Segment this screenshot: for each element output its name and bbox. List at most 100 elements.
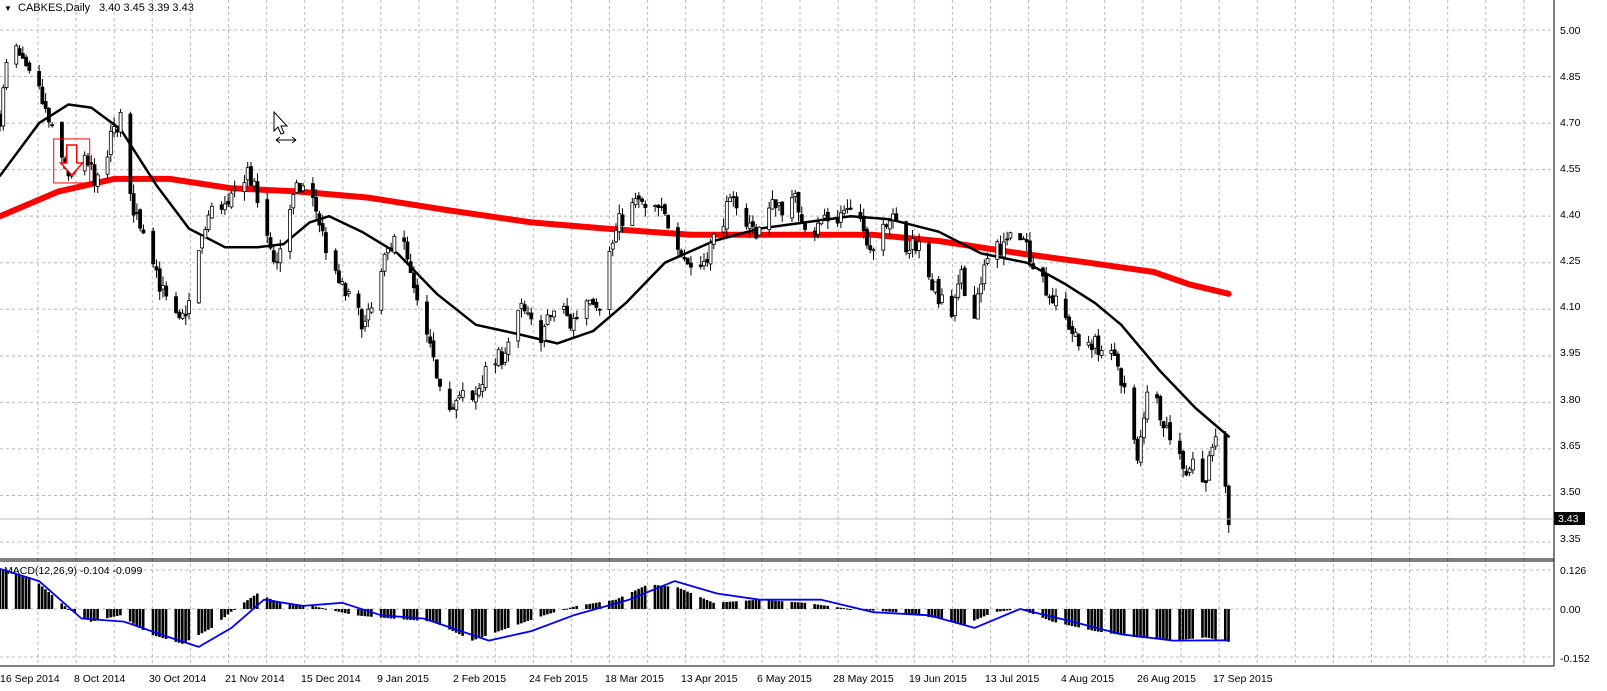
candle [434, 359, 439, 380]
candle-body [95, 174, 100, 187]
macd-histogram-bar [516, 609, 520, 625]
macd-histogram-bar [565, 608, 569, 610]
candle-body [933, 281, 938, 293]
candle-body [708, 242, 713, 265]
candle-body [1155, 394, 1159, 399]
candle-body [37, 71, 42, 87]
candle-body [86, 155, 90, 166]
time-tick-label: 19 Jun 2015 [909, 673, 967, 685]
candle-body [291, 194, 296, 209]
macd-histogram-bar [324, 608, 328, 610]
macd-histogram-bar [591, 603, 595, 609]
macd-tick-label: -0.152 [1560, 653, 1590, 665]
candle-body [1044, 273, 1049, 296]
candle-body [333, 250, 338, 271]
time-tick-label: 6 May 2015 [757, 673, 812, 685]
macd-histogram-bar [184, 609, 187, 642]
price-tick-label: 4.10 [1560, 301, 1581, 313]
candle-body [568, 314, 573, 329]
time-tick-label: 2 Feb 2015 [453, 673, 506, 685]
candle-body [584, 300, 589, 319]
candle-body [891, 213, 895, 221]
candle-body [1031, 263, 1036, 270]
candle-body [1086, 341, 1091, 346]
price-tick-label: 4.70 [1560, 117, 1581, 129]
time-tick-label: 28 May 2015 [833, 673, 894, 685]
macd-histogram-bar [392, 609, 396, 619]
macd-histogram-bar [1155, 609, 1159, 640]
macd-histogram-bar [826, 605, 829, 609]
candle-body [822, 214, 827, 219]
candle-body [835, 217, 840, 224]
symbol-menu-icon[interactable]: ▼ [4, 4, 12, 13]
candle-body [865, 228, 869, 246]
candle-body [656, 204, 661, 208]
candle-body [610, 242, 615, 250]
ohlc-values: 3.40 3.45 3.39 3.43 [99, 2, 194, 14]
candle-body [1190, 458, 1195, 471]
candle [288, 204, 292, 260]
macd-histogram-bar [14, 573, 18, 609]
candle-body [1119, 368, 1124, 386]
macd-histogram-bar [1064, 609, 1067, 625]
macd-histogram-bar [1181, 609, 1185, 640]
macd-histogram-bar [1142, 609, 1146, 638]
macd-histogram-bar [500, 609, 504, 631]
symbol-label: CABKES,Daily [18, 2, 91, 14]
macd-histogram-bar [119, 609, 122, 616]
candle-body [50, 124, 55, 127]
macd-histogram-bar [572, 606, 575, 609]
macd-histogram-bar [37, 583, 41, 609]
price-chart[interactable]: ▼ CABKES,Daily 3.40 3.45 3.39 3.43 5.00 … [0, 0, 1607, 691]
candle-body [887, 220, 892, 230]
macd-histogram-bar [1227, 609, 1230, 642]
macd-histogram-bar [106, 609, 109, 619]
candle-body [43, 100, 48, 109]
candle-body [519, 302, 524, 310]
macd-histogram-bar [1116, 609, 1120, 635]
macd-histogram-bar [621, 596, 624, 609]
candle-body [24, 56, 28, 66]
macd-histogram-bar [797, 602, 800, 609]
candle-body [959, 269, 964, 284]
candle-body [447, 388, 452, 411]
candle-body [721, 225, 726, 233]
candle-body [1181, 451, 1186, 469]
candle-body [754, 226, 759, 239]
candle-body [177, 311, 182, 318]
price-tick-label: 3.50 [1560, 486, 1581, 498]
candle-body [278, 248, 283, 264]
candle-body [868, 245, 873, 251]
macd-histogram-bar [1005, 609, 1009, 611]
candle-body [796, 191, 801, 213]
macd-histogram-bar [725, 601, 728, 609]
candle-body [226, 200, 231, 205]
time-tick-label: 9 Jan 2015 [377, 673, 429, 685]
candle [881, 218, 886, 257]
macd-histogram-bar [226, 609, 230, 615]
candle-body [770, 199, 775, 210]
candle-body [366, 308, 371, 321]
macd-histogram-bar [138, 609, 142, 628]
macd-histogram-bar [705, 599, 709, 609]
candle [379, 268, 384, 315]
macd-histogram-bar [1214, 609, 1217, 640]
macd-histogram-bar [347, 609, 350, 614]
candle-body [480, 384, 485, 392]
candle-body [659, 206, 664, 209]
candle-body [1047, 296, 1052, 299]
macd-histogram-bar [242, 602, 246, 609]
candle-body [1223, 434, 1228, 487]
macd-histogram-bar [317, 607, 321, 609]
macd-histogram-bar [314, 606, 318, 609]
candle-body [904, 221, 908, 253]
candle-body [910, 238, 915, 250]
candle-body [151, 230, 156, 265]
candle-body [265, 199, 270, 236]
candle-body [1135, 438, 1140, 461]
candle-body [1142, 417, 1146, 439]
macd-histogram-bar [1165, 609, 1168, 641]
candle-body [816, 222, 820, 235]
candle-body [1050, 295, 1055, 304]
candle-body [275, 261, 279, 264]
